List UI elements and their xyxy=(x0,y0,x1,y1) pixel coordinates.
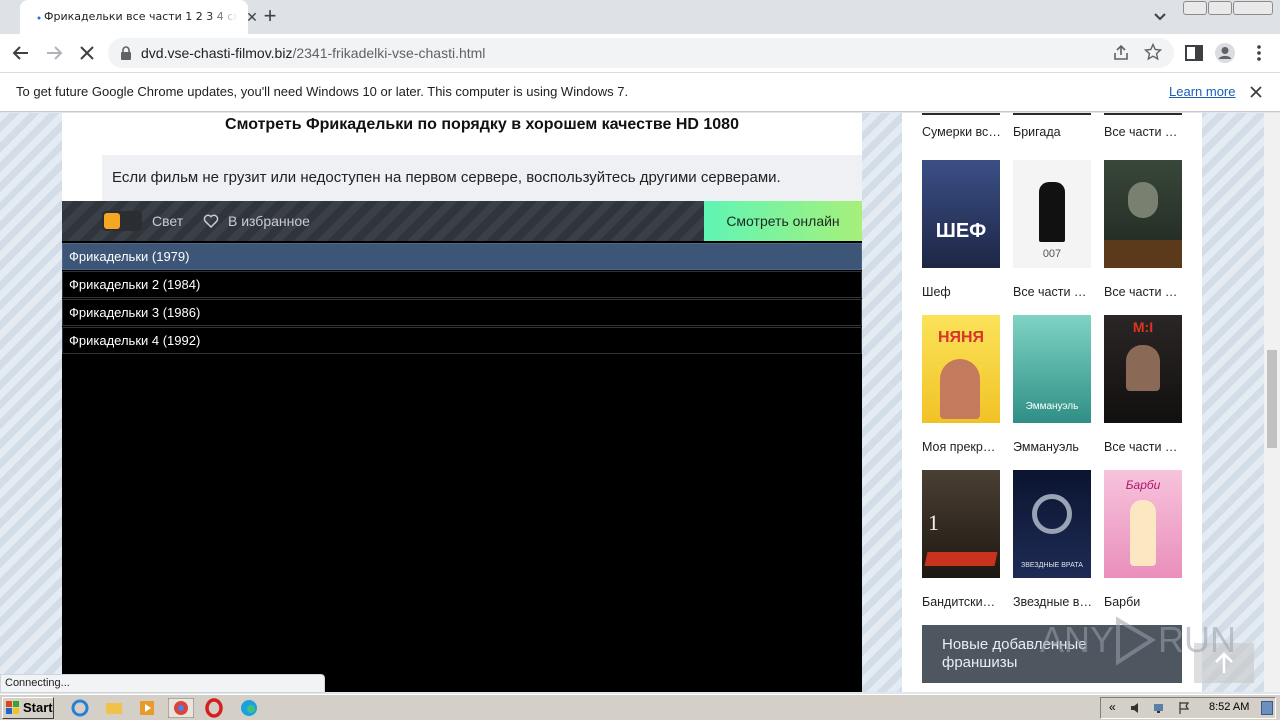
poster-title: НЯНЯ xyxy=(937,329,985,346)
card-caption[interactable]: Все части Хоббит xyxy=(1104,285,1184,299)
poster-title: 007 xyxy=(1042,248,1062,260)
poster-title: Барби xyxy=(1125,478,1161,492)
window-close-button[interactable] xyxy=(1233,1,1273,15)
lock-icon[interactable] xyxy=(120,46,132,60)
stop-loading-icon[interactable] xyxy=(76,42,98,64)
infobar-close-icon[interactable] xyxy=(1246,82,1266,102)
poster-image[interactable] xyxy=(1104,160,1182,268)
player-controls-bar: Свет В избранное Смотреть онлайн xyxy=(62,201,862,241)
speaker-icon[interactable] xyxy=(1129,701,1143,715)
anyrun-watermark-logo: ANY RUN xyxy=(1040,616,1236,666)
video-player[interactable]: Фрикадельки (1979) Фрикадельки 2 (1984) … xyxy=(62,241,862,692)
scrollbar-thumb[interactable] xyxy=(1267,350,1277,448)
poster-image[interactable]: ЗВЕЗДНЫЕ ВРАТА xyxy=(1013,470,1091,578)
card-caption[interactable]: Моя прекрасная няня xyxy=(922,440,1002,454)
back-arrow-icon[interactable] xyxy=(10,42,32,64)
address-bar[interactable]: dvd.vse-chasti-filmov.biz/2341-frikadelk… xyxy=(108,38,1174,68)
poster-image[interactable] xyxy=(1104,113,1182,115)
share-icon[interactable] xyxy=(1112,44,1130,62)
sidebar: Сумерки все части Бригада Все части Пира… xyxy=(902,113,1202,692)
internet-explorer-icon[interactable] xyxy=(70,698,90,718)
card-caption[interactable]: Бригада xyxy=(1013,125,1093,139)
light-toggle[interactable] xyxy=(102,211,142,231)
start-label: Start xyxy=(23,700,53,715)
windows-taskbar: Start « 8:52 AM xyxy=(0,694,1280,720)
infobar-message: To get future Google Chrome updates, you… xyxy=(16,84,629,99)
browser-tab[interactable]: Фрикадельки все части 1 2 3 4 смотреть ✕ xyxy=(20,0,258,34)
card-caption[interactable]: Сумерки все части xyxy=(922,125,1002,139)
poster-title: ШЕФ xyxy=(935,220,987,242)
start-button[interactable]: Start xyxy=(2,697,54,719)
card-caption[interactable]: Все части Бонд xyxy=(1013,285,1093,299)
poster-title: Эммануэль xyxy=(1025,401,1079,412)
part-item[interactable]: Фрикадельки 2 (1984) xyxy=(62,271,862,298)
poster-title: 1 xyxy=(928,510,939,535)
server-notice: Если фильм не грузит или недоступен на п… xyxy=(102,155,862,201)
learn-more-link[interactable]: Learn more xyxy=(1169,84,1235,99)
menu-kebab-icon[interactable] xyxy=(1248,42,1270,64)
new-tab-button[interactable]: + xyxy=(258,5,282,29)
bookmark-star-icon[interactable] xyxy=(1144,43,1162,61)
tab-strip: Фрикадельки все части 1 2 3 4 смотреть ✕… xyxy=(0,0,1280,34)
poster-image[interactable]: Барби xyxy=(1104,470,1182,578)
poster-title: M:I xyxy=(1132,319,1154,335)
svg-text:RUN: RUN xyxy=(1158,619,1236,660)
part-item[interactable]: Фрикадельки (1979) xyxy=(62,243,862,270)
poster-image[interactable]: 007 xyxy=(1013,160,1091,268)
card-caption[interactable]: Барби xyxy=(1104,595,1184,609)
show-hidden-icons-icon[interactable]: « xyxy=(1109,700,1116,714)
side-panel-icon[interactable] xyxy=(1183,42,1205,64)
tab-search-chevron-icon[interactable] xyxy=(1150,8,1170,26)
poster-image[interactable]: M:I xyxy=(1104,315,1182,423)
windows-logo-icon xyxy=(6,701,19,714)
tab-title: Фрикадельки все части 1 2 3 4 смотреть xyxy=(44,10,238,23)
status-bubble: Connecting... xyxy=(0,674,325,693)
chrome-taskbar-icon[interactable] xyxy=(168,698,194,718)
forward-arrow-icon[interactable] xyxy=(43,42,65,64)
card-caption[interactable]: Шеф xyxy=(922,285,1002,299)
card-caption[interactable]: Звездные врата xyxy=(1013,595,1093,609)
poster-image[interactable]: ШЕФ xyxy=(922,160,1000,268)
main-content: Смотреть Фрикадельки по порядку в хороше… xyxy=(62,113,862,692)
poster-image[interactable]: Эммануэль xyxy=(1013,315,1091,423)
opera-icon[interactable] xyxy=(204,698,224,718)
url-domain: dvd.vse-chasti-filmov.biz xyxy=(141,45,293,61)
poster-image[interactable]: НЯНЯ xyxy=(922,315,1000,423)
clock[interactable]: 8:52 AM xyxy=(1209,701,1249,713)
window-minimize-button[interactable] xyxy=(1183,1,1207,15)
card-caption[interactable]: Бандитский Петербург xyxy=(922,595,1002,609)
profile-avatar-icon[interactable] xyxy=(1214,42,1236,64)
folder-icon[interactable] xyxy=(104,698,124,718)
url-text[interactable]: dvd.vse-chasti-filmov.biz/2341-frikadelk… xyxy=(141,45,485,61)
card-caption[interactable]: Все части Миссия xyxy=(1104,440,1184,454)
browser-toolbar: dvd.vse-chasti-filmov.biz/2341-frikadelk… xyxy=(0,34,1280,72)
svg-text:ANY: ANY xyxy=(1040,619,1114,660)
page-scrollbar[interactable] xyxy=(1264,113,1280,692)
edge-icon[interactable] xyxy=(239,698,259,718)
poster-image[interactable]: 1 xyxy=(922,470,1000,578)
poster-image[interactable] xyxy=(922,113,1000,115)
part-item[interactable]: Фрикадельки 3 (1986) xyxy=(62,299,862,326)
card-caption[interactable]: Эммануэль xyxy=(1013,440,1093,454)
watch-online-button[interactable]: Смотреть онлайн xyxy=(704,201,862,241)
poster-image[interactable] xyxy=(1013,113,1091,115)
card-caption[interactable]: Все части Пираты xyxy=(1104,125,1184,139)
poster-title: ЗВЕЗДНЫЕ ВРАТА xyxy=(1021,562,1083,569)
url-path: /2341-frikadelki-vse-chasti.html xyxy=(292,45,486,61)
window-maximize-button[interactable] xyxy=(1208,1,1232,15)
page-heading: Смотреть Фрикадельки по порядку в хороше… xyxy=(225,116,739,133)
network-icon[interactable] xyxy=(1153,701,1167,715)
part-item[interactable]: Фрикадельки 4 (1992) xyxy=(62,327,862,354)
toggle-knob xyxy=(104,213,120,229)
light-label[interactable]: Свет xyxy=(152,213,183,229)
heart-icon[interactable] xyxy=(203,213,219,229)
update-infobar: To get future Google Chrome updates, you… xyxy=(0,72,1280,112)
media-player-icon[interactable] xyxy=(137,698,157,718)
system-tray: « 8:52 AM xyxy=(1100,697,1276,719)
show-desktop-button[interactable] xyxy=(1261,701,1273,715)
server-notice-text: Если фильм не грузит или недоступен на п… xyxy=(112,169,781,186)
favorite-label[interactable]: В избранное xyxy=(228,213,310,229)
action-center-flag-icon[interactable] xyxy=(1177,701,1191,715)
page-viewport: Смотреть Фрикадельки по порядку в хороше… xyxy=(0,113,1264,692)
